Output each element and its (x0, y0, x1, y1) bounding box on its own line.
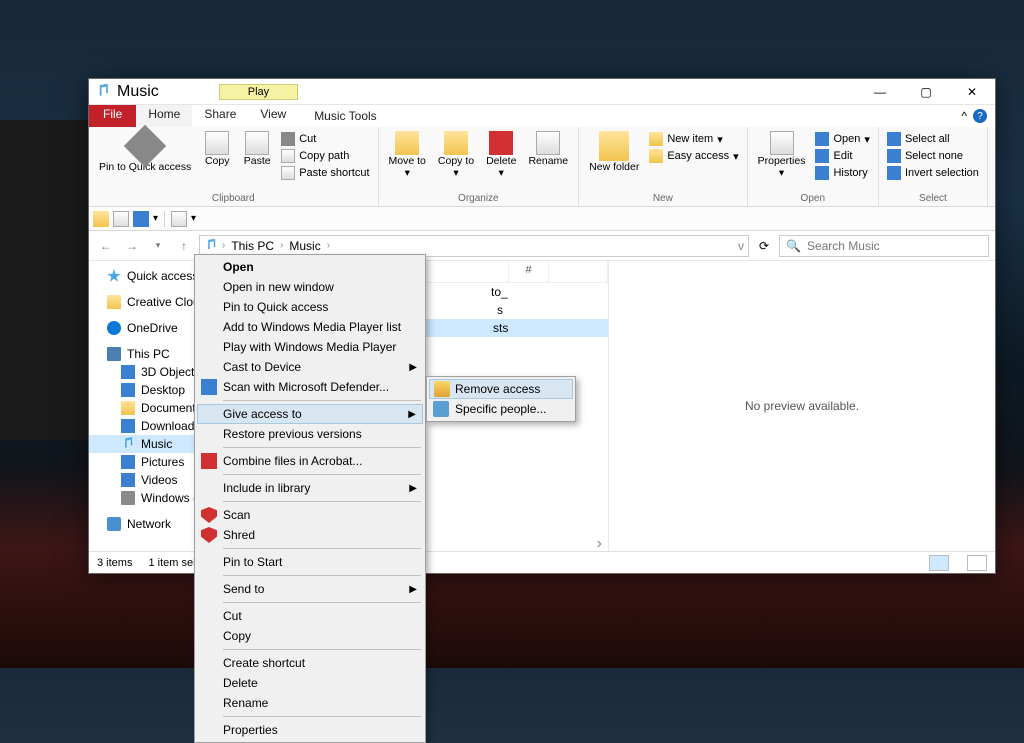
ctx-shred[interactable]: Shred (197, 525, 423, 545)
people-icon (433, 401, 449, 417)
recent-dropdown[interactable]: ▾ (147, 235, 169, 257)
group-open: Open (754, 193, 872, 205)
rename-button[interactable]: Rename (524, 129, 572, 169)
address-dropdown-icon[interactable]: v (738, 239, 744, 253)
status-item-count: 3 items (97, 557, 132, 569)
search-input[interactable]: 🔍 Search Music (779, 235, 989, 257)
scroll-right-icon[interactable]: › (597, 535, 608, 549)
tab-music-tools[interactable]: Music Tools (304, 105, 386, 127)
col-num[interactable]: # (509, 261, 549, 282)
title-bar: Music Play — ▢ ✕ (89, 79, 995, 105)
ctx-scan[interactable]: Scan (197, 505, 423, 525)
up-button[interactable]: ↑ (173, 235, 195, 257)
group-clipboard: Clipboard (95, 193, 372, 205)
ctx-restore-versions[interactable]: Restore previous versions (197, 424, 423, 444)
qat-dropdown-icon[interactable]: ▾ (153, 213, 158, 224)
pin-quick-access-button[interactable]: Pin to Quick access (95, 129, 195, 175)
refresh-button[interactable]: ⟳ (753, 235, 775, 257)
ctx-include-library[interactable]: Include in library▶ (197, 478, 423, 498)
search-placeholder: Search Music (807, 239, 880, 253)
maximize-button[interactable]: ▢ (903, 79, 949, 105)
back-button[interactable]: ← (95, 235, 117, 257)
group-new: New (585, 193, 740, 205)
defender-icon (201, 379, 217, 395)
ribbon-tabs: File Home Share View Music Tools ^ ? (89, 105, 995, 127)
delete-button[interactable]: Delete▾ (482, 129, 520, 181)
ctx-delete[interactable]: Delete (197, 673, 423, 693)
ctx-wmp-add[interactable]: Add to Windows Media Player list (197, 317, 423, 337)
qat-view-icon[interactable] (171, 211, 187, 227)
window-title: Music (117, 83, 159, 101)
ribbon: Pin to Quick access Copy Paste Cut Copy … (89, 127, 995, 207)
ctx-give-access[interactable]: Give access to▶ (197, 404, 423, 424)
properties-button[interactable]: Properties▾ (754, 129, 810, 181)
view-large-button[interactable] (967, 555, 987, 571)
lock-icon (434, 381, 450, 397)
context-menu: Open Open in new window Pin to Quick acc… (194, 254, 426, 743)
easy-access-button[interactable]: Easy access ▾ (647, 148, 740, 164)
breadcrumb-item[interactable]: This PC (229, 239, 276, 253)
music-icon (204, 239, 218, 253)
copy-path-button[interactable]: Copy path (279, 148, 371, 164)
qat-icon[interactable] (133, 211, 149, 227)
cut-button[interactable]: Cut (279, 131, 371, 147)
paste-shortcut-button[interactable]: Paste shortcut (279, 165, 371, 181)
select-all-button[interactable]: Select all (885, 131, 981, 147)
ctx-wmp-play[interactable]: Play with Windows Media Player (197, 337, 423, 357)
ctx-open[interactable]: Open (197, 257, 423, 277)
tab-share[interactable]: Share (192, 105, 248, 127)
tab-file[interactable]: File (89, 105, 136, 127)
ctx-create-shortcut[interactable]: Create shortcut (197, 653, 423, 673)
close-button[interactable]: ✕ (949, 79, 995, 105)
forward-button[interactable]: → (121, 235, 143, 257)
copy-button[interactable]: Copy (199, 129, 235, 169)
ctx-specific-people[interactable]: Specific people... (429, 399, 573, 419)
minimize-button[interactable]: — (857, 79, 903, 105)
quick-access-toolbar: ▾ ▾ (89, 207, 995, 231)
qat-icon[interactable] (113, 211, 129, 227)
select-none-button[interactable]: Select none (885, 148, 981, 164)
ctx-copy[interactable]: Copy (197, 626, 423, 646)
ctx-rename[interactable]: Rename (197, 693, 423, 713)
copy-to-button[interactable]: Copy to▾ (434, 129, 478, 181)
preview-text: No preview available. (745, 399, 859, 413)
context-tab-play[interactable]: Play (219, 84, 298, 100)
new-folder-button[interactable]: New folder (585, 129, 643, 175)
acrobat-icon (201, 453, 217, 469)
context-submenu-give-access: Remove access Specific people... (426, 376, 576, 422)
mcafee-icon (201, 527, 217, 543)
breadcrumb-item[interactable]: Music (287, 239, 322, 253)
view-details-button[interactable] (929, 555, 949, 571)
help-icon[interactable]: ? (973, 109, 987, 123)
ctx-acrobat[interactable]: Combine files in Acrobat... (197, 451, 423, 471)
invert-selection-button[interactable]: Invert selection (885, 165, 981, 181)
open-button[interactable]: Open ▾ (813, 131, 871, 147)
qat-dropdown-icon[interactable]: ▾ (191, 213, 196, 224)
edit-button[interactable]: Edit (813, 148, 871, 164)
move-to-button[interactable]: Move to▾ (385, 129, 430, 181)
col-title[interactable] (549, 261, 608, 282)
history-button[interactable]: History (813, 165, 871, 181)
ctx-pin-quick-access[interactable]: Pin to Quick access (197, 297, 423, 317)
paste-button[interactable]: Paste (239, 129, 275, 169)
ctx-defender[interactable]: Scan with Microsoft Defender... (197, 377, 423, 397)
group-select: Select (885, 193, 981, 205)
ctx-send-to[interactable]: Send to▶ (197, 579, 423, 599)
qat-icon[interactable] (93, 211, 109, 227)
ctx-properties[interactable]: Properties (197, 720, 423, 740)
ctx-cast[interactable]: Cast to Device▶ (197, 357, 423, 377)
preview-pane: No preview available. (609, 261, 995, 551)
ctx-cut[interactable]: Cut (197, 606, 423, 626)
group-organize: Organize (385, 193, 573, 205)
mcafee-icon (201, 507, 217, 523)
music-icon (95, 84, 111, 100)
collapse-ribbon-icon[interactable]: ^ (961, 109, 967, 123)
tab-view[interactable]: View (248, 105, 298, 127)
ctx-pin-start[interactable]: Pin to Start (197, 552, 423, 572)
ctx-remove-access[interactable]: Remove access (429, 379, 573, 399)
ctx-open-new-window[interactable]: Open in new window (197, 277, 423, 297)
new-item-button[interactable]: New item ▾ (647, 131, 740, 147)
